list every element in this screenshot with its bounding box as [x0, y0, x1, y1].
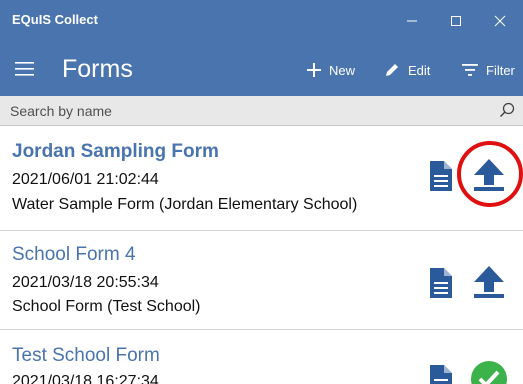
filter-button-label: Filter — [486, 62, 515, 78]
list-item[interactable]: School Form 4 2021/03/18 20:55:34 School… — [0, 232, 523, 330]
app-header: Forms New Edit Filter — [0, 42, 523, 96]
edit-button-label: Edit — [408, 62, 431, 78]
app-title: EQuIS Collect — [12, 12, 98, 27]
document-icon[interactable] — [430, 161, 452, 191]
plus-icon — [307, 63, 321, 77]
pencil-icon — [386, 64, 398, 76]
new-button-label: New — [329, 62, 356, 78]
close-icon — [494, 15, 506, 27]
upload-icon[interactable] — [474, 266, 504, 298]
form-name: School Form 4 — [12, 244, 136, 265]
form-description: Water Sample Form (Jordan Elementary Sch… — [12, 196, 358, 213]
document-icon[interactable] — [430, 365, 452, 384]
form-timestamp: 2021/03/18 20:55:34 — [12, 274, 159, 291]
form-timestamp: 2021/03/18 16:27:34 — [12, 373, 159, 384]
filter-icon — [462, 64, 478, 76]
minimize-button[interactable] — [392, 8, 432, 34]
close-button[interactable] — [480, 8, 520, 34]
maximize-icon — [451, 16, 461, 26]
filter-button[interactable]: Filter — [462, 59, 515, 81]
form-description: School Form (Test School) — [12, 298, 201, 315]
check-icon — [471, 361, 507, 384]
window-title-bar: EQuIS Collect — [0, 0, 523, 42]
highlight-circle — [457, 141, 523, 207]
edit-button[interactable]: Edit — [384, 59, 430, 81]
form-name: Jordan Sampling Form — [12, 141, 219, 162]
search-input[interactable] — [0, 96, 490, 125]
page-title: Forms — [62, 55, 133, 83]
hamburger-menu-icon[interactable] — [15, 60, 35, 78]
form-name: Test School Form — [12, 345, 160, 366]
list-item[interactable]: Jordan Sampling Form 2021/06/01 21:02:44… — [0, 127, 523, 231]
search-bar — [0, 96, 523, 126]
search-icon[interactable] — [499, 102, 515, 118]
document-icon[interactable] — [430, 268, 452, 298]
new-button[interactable]: New — [307, 59, 355, 81]
minimize-icon — [407, 20, 417, 22]
form-timestamp: 2021/06/01 21:02:44 — [12, 171, 159, 188]
list-item[interactable]: Test School Form 2021/03/18 16:27:34 — [0, 331, 523, 384]
maximize-button[interactable] — [436, 8, 476, 34]
